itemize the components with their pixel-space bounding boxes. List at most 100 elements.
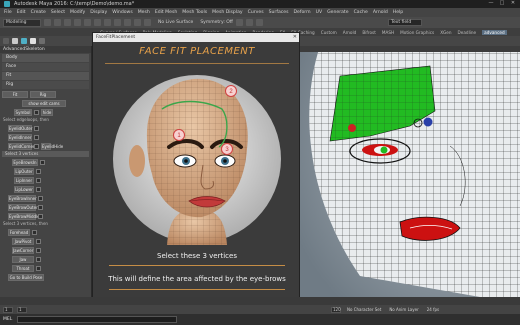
eyelid-corner-checkbox[interactable] [34,143,39,149]
snap-point-icon[interactable] [144,19,151,26]
build-pose-button[interactable]: Go to Build Pose [8,273,44,281]
range-end-field[interactable]: 120 [331,306,341,313]
redo-icon[interactable] [84,19,91,26]
section-body[interactable]: Body [2,54,89,62]
fps-selector[interactable]: 24 fps [427,307,439,312]
section-face[interactable]: Face [2,63,89,71]
menu-set-selector[interactable]: Modeling [3,18,41,27]
menu-arnold[interactable]: Arnold [373,10,388,15]
shelf-tab-motion-graphics[interactable]: Motion Graphics [400,30,434,35]
close-button[interactable]: ✕ [510,1,516,6]
menu-cache[interactable]: Cache [354,10,368,15]
select-by-hierarchy-icon[interactable] [94,19,101,26]
select-by-component-icon[interactable] [114,19,121,26]
eyebrow-inner-button[interactable]: EyeBrowInner [8,194,37,202]
select-by-object-icon[interactable] [104,19,111,26]
undo-icon[interactable] [74,19,81,26]
ipr-render-icon[interactable] [245,19,253,26]
open-scene-icon[interactable] [54,19,61,26]
lip-lower-checkbox[interactable] [36,186,41,192]
no-character-set[interactable]: No Character Set [347,307,381,312]
menu-mesh-display[interactable]: Mesh Display [212,10,243,15]
rig-button[interactable]: Rig [30,90,56,98]
live-surface-label[interactable]: No Live Surface [158,20,193,25]
jaw-pivot-button[interactable]: JawPivot [12,237,34,245]
menu-windows[interactable]: Windows [112,10,133,15]
shelf-tab-deadline[interactable]: Deadline [458,30,477,35]
maximize-button[interactable]: □ [499,1,505,6]
mel-label[interactable]: MEL [3,317,17,322]
status-text-field[interactable]: Text field [388,19,422,26]
eyebrow-inner-checkbox[interactable] [38,195,43,201]
jaw-corner-checkbox[interactable] [36,247,41,253]
lip-outer-button[interactable]: LipOuter [14,167,34,175]
shelf-tab-advanced[interactable]: advanced [482,29,507,35]
shelf-tab-mash[interactable]: MASH [382,30,394,35]
jaw-pivot-checkbox[interactable] [36,238,41,244]
forehead-checkbox[interactable] [32,229,37,235]
dialog-close-button[interactable]: ✕ [293,34,297,40]
render-icon[interactable] [235,19,243,26]
throat-button[interactable]: Throat [12,264,34,272]
show-edit-button[interactable]: show edit cams [22,99,66,107]
fit-button[interactable]: Fit [2,90,28,98]
joint-icon[interactable] [30,38,36,44]
menu-select[interactable]: Select [51,10,65,15]
eyelid-inner-checkbox[interactable] [34,134,39,140]
shelf-tool-icon[interactable] [39,38,45,44]
time-slider[interactable] [0,297,520,305]
menu-mesh-tools[interactable]: Mesh Tools [182,10,207,15]
save-scene-icon[interactable] [64,19,71,26]
shelf-tab-xgen[interactable]: XGen [440,30,451,35]
eyebrow-outer-button[interactable]: EyeBrowOuter [8,203,38,211]
menu-uv[interactable]: UV [316,10,323,15]
section-fit[interactable]: Fit [2,72,89,80]
skeleton-icon[interactable] [12,38,18,44]
lip-inner-button[interactable]: LipInner [14,176,34,184]
eyelid-outer-checkbox[interactable] [34,125,39,131]
range-start-field-2[interactable]: 1 [17,306,27,313]
forehead-button[interactable]: Forehead [8,228,30,236]
no-anim-layer[interactable]: No Anim Layer [389,307,418,312]
menu-curves[interactable]: Curves [248,10,264,15]
throat-checkbox[interactable] [36,265,41,271]
eyebrow-outer-checkbox[interactable] [38,204,43,210]
3d-viewport[interactable] [300,46,520,297]
hide-button[interactable]: hide [41,108,53,116]
minimize-button[interactable]: — [488,1,494,6]
eyebrow-middle-checkbox[interactable] [38,213,43,219]
render-settings-icon[interactable] [255,19,263,26]
jaw-checkbox[interactable] [36,256,41,262]
eyebrows-in-checkbox[interactable] [40,159,45,165]
symmetry-label[interactable]: Symmetry: Off [200,20,233,25]
new-scene-icon[interactable] [44,19,51,26]
jaw-button[interactable]: Jaw [12,255,34,263]
command-input[interactable] [17,316,177,323]
menu-surfaces[interactable]: Surfaces [269,10,289,15]
menu-display[interactable]: Display [90,10,107,15]
menu-file[interactable]: File [4,10,12,15]
lip-outer-checkbox[interactable] [36,168,41,174]
shelf-tab-arnold[interactable]: Arnold [343,30,357,35]
symbol-button[interactable]: Symbol [14,108,32,116]
menu-edit-mesh[interactable]: Edit Mesh [155,10,177,15]
symbol-checkbox[interactable] [34,109,39,115]
menu-edit[interactable]: Edit [17,10,26,15]
shelf-tab-custom[interactable]: Custom [321,30,337,35]
snap-grid-icon[interactable] [124,19,131,26]
lip-lower-button[interactable]: LipLower [14,185,34,193]
section-rig[interactable]: Rig [2,81,89,89]
shelf-tab-bifrost[interactable]: Bifrost [362,30,376,35]
menu-generate[interactable]: Generate [327,10,348,15]
menu-create[interactable]: Create [31,10,46,15]
shelf-tool-icon[interactable] [3,38,9,44]
advanced-skeleton-icon[interactable] [21,38,27,44]
menu-mesh[interactable]: Mesh [138,10,150,15]
eyelid-outer-button[interactable]: EyelidOuter [8,124,32,132]
lip-inner-checkbox[interactable] [36,177,41,183]
eyelid-hide-button[interactable]: EyelidHide [41,142,63,150]
eyebrow-middle-button[interactable]: EyeBrowMiddle [8,212,40,220]
eyelid-corner-button[interactable]: EyelidCorner [8,142,35,150]
eyelid-inner-button[interactable]: EyelidInner [8,133,32,141]
snap-curve-icon[interactable] [134,19,141,26]
